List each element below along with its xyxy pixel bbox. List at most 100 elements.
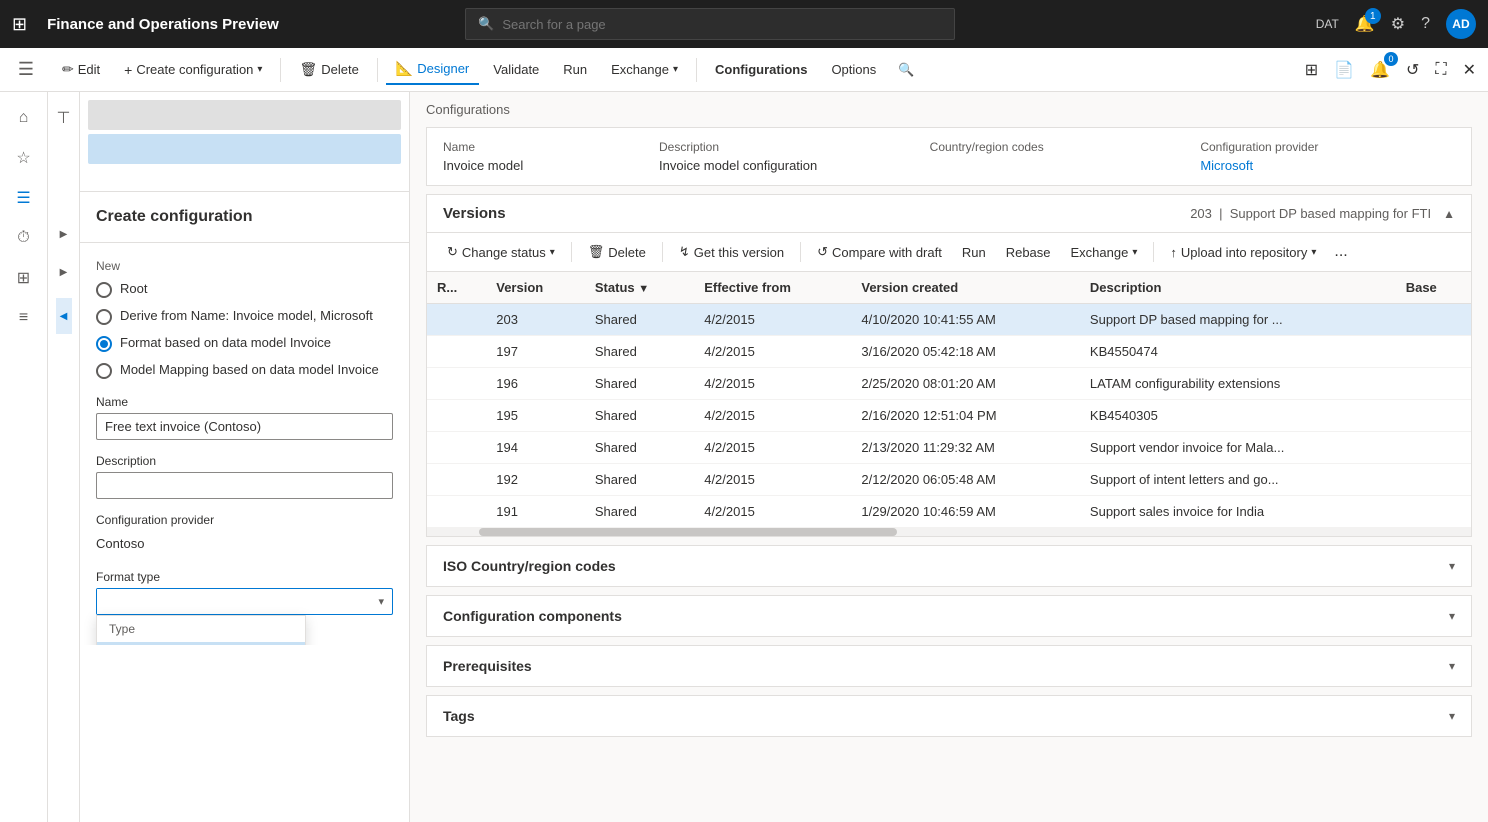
table-row[interactable]: 194 Shared 4/2/2015 2/13/2020 11:29:32 A…	[427, 432, 1471, 464]
cell-version: 195	[486, 400, 585, 432]
radio-root[interactable]: Root	[96, 281, 393, 298]
search-bar[interactable]: 🔍	[465, 8, 955, 40]
cell-description: KB4540305	[1080, 400, 1396, 432]
table-row[interactable]: 191 Shared 4/2/2015 1/29/2020 10:46:59 A…	[427, 496, 1471, 528]
validate-button[interactable]: Validate	[483, 56, 549, 83]
format-type-input[interactable]	[97, 589, 370, 614]
create-dropdown-icon[interactable]: ▾	[257, 64, 262, 75]
edit-button[interactable]: ✏ Edit	[52, 55, 110, 84]
description-input[interactable]	[96, 472, 393, 499]
name-field-group: Name	[96, 395, 393, 440]
new-label: New	[96, 259, 393, 273]
ver-delete-icon: 🗑	[588, 244, 605, 260]
filter-icon[interactable]: ⊤	[46, 100, 82, 136]
radio-format[interactable]: Format based on data model Invoice	[96, 335, 393, 352]
ver-delete-button[interactable]: 🗑 Delete	[580, 240, 654, 264]
run-button[interactable]: Run	[553, 56, 597, 83]
collapsible-header-tags[interactable]: Tags ▾	[427, 696, 1471, 736]
exchange-dropdown-icon[interactable]: ▾	[673, 64, 678, 75]
radio-derive[interactable]: Derive from Name: Invoice model, Microso…	[96, 308, 393, 325]
table-row[interactable]: 196 Shared 4/2/2015 2/25/2020 08:01:20 A…	[427, 368, 1471, 400]
exchange-ver-arrow[interactable]: ▾	[1132, 247, 1137, 258]
collapse-sidebar-icon[interactable]: ☰	[8, 52, 44, 88]
split-icon[interactable]: ⊞	[1301, 56, 1322, 84]
cell-description: Support DP based mapping for ...	[1080, 304, 1396, 336]
options-button[interactable]: Options	[821, 56, 886, 83]
tree-selected-item[interactable]	[88, 134, 401, 164]
upload-into-repo-button[interactable]: ↑ Upload into repository ▾	[1162, 241, 1324, 264]
rebase-label: Rebase	[1006, 245, 1051, 260]
cell-description: LATAM configurability extensions	[1080, 368, 1396, 400]
change-status-button[interactable]: ↻ Change status ▾	[439, 240, 563, 264]
collapse-arrow-2[interactable]: ▶	[56, 254, 72, 290]
table-row[interactable]: 203 Shared 4/2/2015 4/10/2020 10:41:55 A…	[427, 304, 1471, 336]
create-config-label: Create configuration	[136, 62, 253, 77]
sidebar-list-icon[interactable]: ≡	[6, 300, 42, 336]
settings-icon[interactable]: ⚙	[1391, 14, 1405, 34]
cell-effective: 4/2/2015	[694, 304, 851, 336]
collapsible-header-iso[interactable]: ISO Country/region codes ▾	[427, 546, 1471, 586]
versions-table: R... Version Status ▼ Effective from Ver…	[427, 272, 1471, 528]
notif-cmd-icon[interactable]: 🔔 0	[1366, 56, 1394, 84]
sidebar-grid-icon[interactable]: ⊞	[6, 260, 42, 296]
search-input[interactable]	[502, 17, 942, 32]
upload-arrow[interactable]: ▾	[1311, 247, 1316, 258]
format-type-dropdown-arrow[interactable]: ▾	[370, 590, 392, 613]
designer-button[interactable]: 📐 Designer	[386, 54, 479, 85]
table-row[interactable]: 195 Shared 4/2/2015 2/16/2020 12:51:04 P…	[427, 400, 1471, 432]
sidebar-star-icon[interactable]: ☆	[6, 140, 42, 176]
collapsible-tags: Tags ▾	[426, 695, 1472, 737]
panel-icon[interactable]: 📄	[1330, 56, 1358, 84]
change-status-arrow[interactable]: ▾	[550, 247, 555, 258]
name-label: Name	[96, 395, 393, 409]
dropdown-type-header: Type	[97, 616, 305, 642]
scrollbar-indicator[interactable]	[427, 528, 1471, 536]
configurations-button[interactable]: Configurations	[705, 56, 817, 83]
cell-effective: 4/2/2015	[694, 432, 851, 464]
radio-modelmap[interactable]: Model Mapping based on data model Invoic…	[96, 362, 393, 379]
run-ver-label: Run	[962, 245, 986, 260]
notifications-icon[interactable]: 🔔 1	[1355, 14, 1375, 34]
more-button[interactable]: ...	[1328, 239, 1353, 265]
sidebar-home-icon[interactable]: ⌂	[6, 100, 42, 136]
cell-base	[1396, 304, 1471, 336]
collapsible-header-prereqs[interactable]: Prerequisites ▾	[427, 646, 1471, 686]
dropdown-item-excel[interactable]: Excel	[97, 642, 305, 645]
name-input[interactable]	[96, 413, 393, 440]
versions-header[interactable]: Versions 203 | Support DP based mapping …	[427, 195, 1471, 233]
collapsible-header-components[interactable]: Configuration components ▾	[427, 596, 1471, 636]
cell-version: 192	[486, 464, 585, 496]
cmd-sep-3	[696, 58, 697, 82]
cell-description: KB4550474	[1080, 336, 1396, 368]
cell-status: Shared	[585, 464, 694, 496]
cell-version: 194	[486, 432, 585, 464]
info-col-desc-header: Description	[659, 140, 914, 154]
search-cmd-icon[interactable]: 🔍	[898, 62, 914, 78]
collapse-arrow-1[interactable]: ▶	[56, 216, 72, 252]
sidebar-clock-icon[interactable]: ⏱	[6, 220, 42, 256]
compare-with-draft-button[interactable]: ↺ Compare with draft	[809, 240, 950, 264]
expand-icon[interactable]: ⛶	[1431, 57, 1450, 83]
table-row[interactable]: 192 Shared 4/2/2015 2/12/2020 06:05:48 A…	[427, 464, 1471, 496]
sidebar-nav-icon[interactable]: ☰	[6, 180, 42, 216]
cell-version: 191	[486, 496, 585, 528]
rebase-button[interactable]: Rebase	[998, 241, 1059, 264]
cell-created: 2/25/2020 08:01:20 AM	[851, 368, 1080, 400]
collapsible-chevron-components: ▾	[1449, 609, 1455, 623]
table-row[interactable]: 197 Shared 4/2/2015 3/16/2020 05:42:18 A…	[427, 336, 1471, 368]
avatar[interactable]: AD	[1446, 9, 1476, 39]
create-config-button[interactable]: + Create configuration ▾	[114, 56, 272, 84]
run-ver-button[interactable]: Run	[954, 241, 994, 264]
exchange-button[interactable]: Exchange ▾	[601, 56, 688, 83]
close-icon[interactable]: ✕	[1459, 56, 1480, 84]
exchange-ver-button[interactable]: Exchange ▾	[1063, 241, 1146, 264]
refresh-icon[interactable]: ↺	[1402, 56, 1423, 84]
get-this-version-button[interactable]: ↯ Get this version	[671, 240, 792, 264]
collapse-arrow-3[interactable]: ◀	[56, 298, 72, 334]
versions-chevron[interactable]: ▲	[1443, 207, 1455, 221]
delete-button[interactable]: 🗑 Delete	[289, 55, 368, 84]
info-col-provider-value[interactable]: Microsoft	[1200, 158, 1455, 173]
help-icon[interactable]: ?	[1421, 15, 1430, 33]
app-grid-icon[interactable]: ⊞	[12, 14, 27, 35]
scrollbar-thumb[interactable]	[479, 528, 897, 536]
